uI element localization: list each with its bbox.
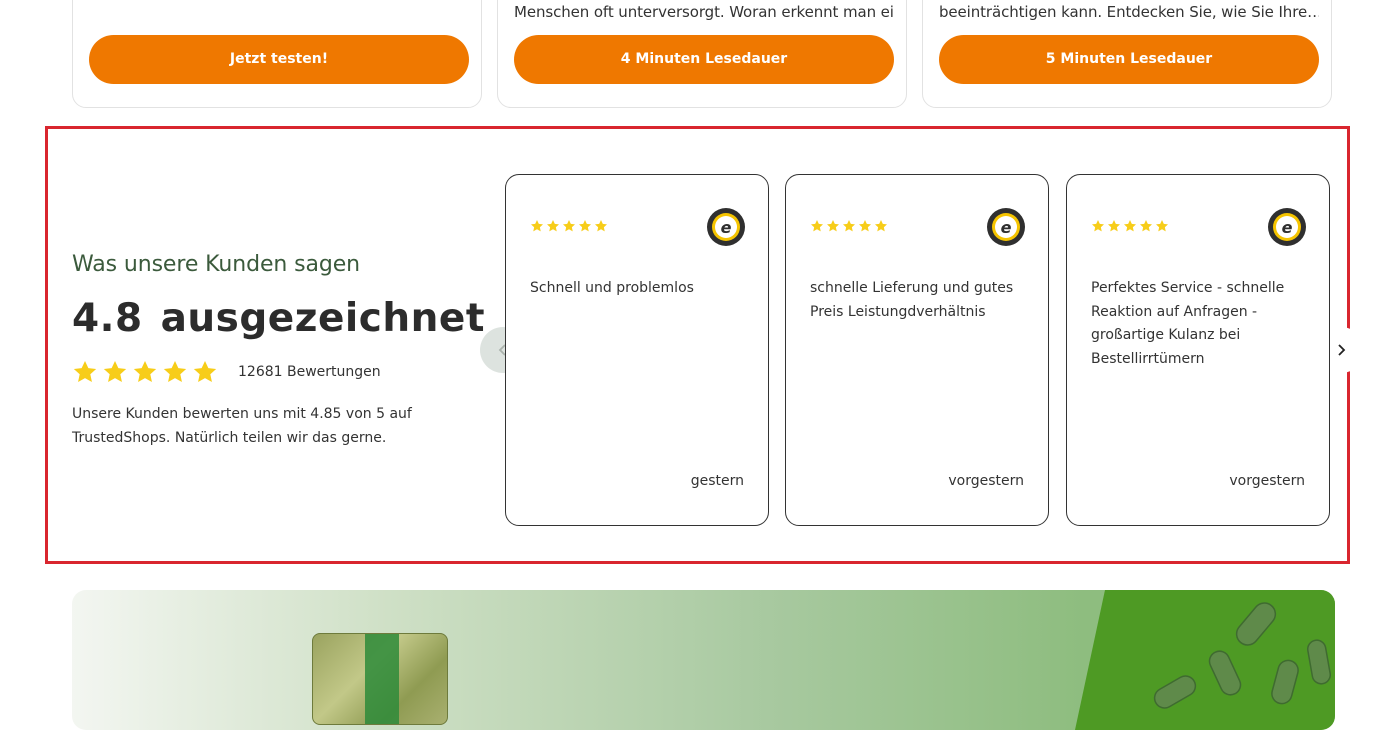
review-stars [530,219,608,233]
review-stars [810,219,888,233]
star-icon [826,220,840,232]
trusted-shops-seal-icon: e [987,208,1025,246]
review-text: Perfektes Service - schnelle Reaktion au… [1091,280,1285,367]
article-card-3: beeinträchtigen kann. Entdecken Sie, wie… [922,0,1332,108]
star-icon [858,220,872,232]
read-time-button[interactable]: 4 Minuten Lesedauer [514,35,894,84]
article-snippet: beeinträchtigen kann. Entdecken Sie, wie… [939,3,1319,21]
star-icon [578,220,592,232]
article-card-1: Jetzt testen! [72,0,482,108]
star-icon [842,220,856,232]
review-date: gestern [690,473,744,489]
star-icon [163,360,187,382]
rating-score: 4.8 ausgezeichnet [72,296,485,341]
banner-green-shape [1075,590,1335,730]
article-snippet: Menschen oft unterversorgt. Woran erkenn… [514,3,894,21]
review-date: vorgestern [1229,473,1305,489]
review-text: schnelle Lieferung und gutes Preis Leist… [810,280,1014,320]
trusted-shops-seal-icon: e [707,208,745,246]
star-icon [1155,220,1169,232]
star-icon [73,360,97,382]
reviews-description: Unsere Kunden bewerten uns mit 4.85 von … [72,406,412,446]
promo-banner[interactable] [72,590,1335,730]
reviews-heading: Was unsere Kunden sagen [72,252,360,277]
review-card: e Schnell und problemlos gestern [505,174,769,526]
score-value: 4.8 [72,296,143,341]
chevron-right-icon [1338,344,1346,356]
star-icon [1123,220,1137,232]
review-count: 12681 Bewertungen [238,364,381,380]
star-icon [874,220,888,232]
star-icon [810,220,824,232]
svg-text:e: e [1282,218,1293,237]
star-icon [1091,220,1105,232]
try-now-button[interactable]: Jetzt testen! [89,35,469,84]
star-icon [133,360,157,382]
star-icon [546,220,560,232]
svg-text:e: e [1001,218,1012,237]
rating-label: ausgezeichnet [160,296,486,341]
review-date: vorgestern [948,473,1024,489]
trusted-shops-seal-icon: e [1268,208,1306,246]
review-card: e Perfektes Service - schnelle Reaktion … [1066,174,1330,526]
summary-stars [72,359,218,385]
product-pouch-image [312,633,448,725]
star-icon [1139,220,1153,232]
pouch-band [365,634,399,724]
review-card: e schnelle Lieferung und gutes Preis Lei… [785,174,1049,526]
read-time-button[interactable]: 5 Minuten Lesedauer [939,35,1319,84]
star-icon [562,220,576,232]
article-card-2: Menschen oft unterversorgt. Woran erkenn… [497,0,907,108]
star-icon [193,360,217,382]
svg-text:e: e [721,218,732,237]
capsules-image [1153,602,1332,709]
star-icon [103,360,127,382]
star-icon [594,220,608,232]
star-icon [530,220,544,232]
review-stars [1091,219,1169,233]
star-icon [1107,220,1121,232]
review-text: Schnell und problemlos [530,280,694,296]
